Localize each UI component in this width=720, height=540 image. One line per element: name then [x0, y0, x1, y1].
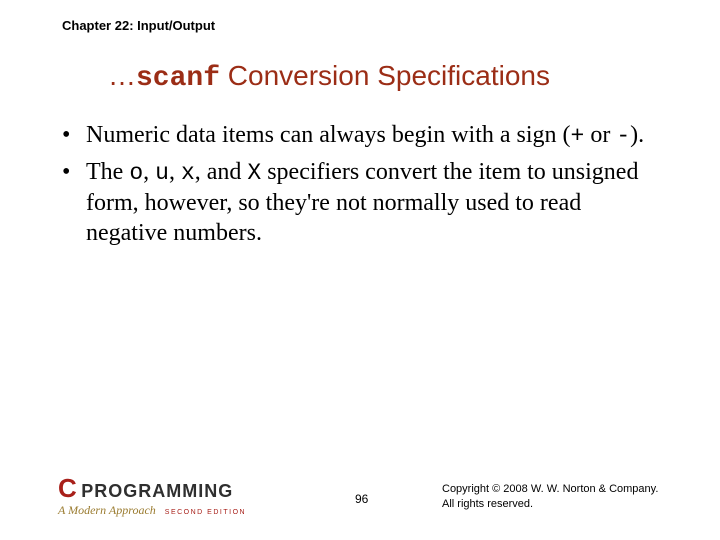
title-code: scanf: [136, 63, 220, 94]
copyright-line-1: Copyright © 2008 W. W. Norton & Company.: [442, 482, 658, 497]
logo-sub-text: A Modern Approach: [58, 503, 156, 517]
bullet-1-text: Numeric data items can always begin with…: [86, 122, 571, 148]
bullet-2: The o, u, x, and X specifiers convert th…: [62, 157, 660, 248]
bullet-1: Numeric data items can always begin with…: [62, 120, 660, 151]
bullet-2-mid3: , and: [195, 159, 248, 185]
bullet-1-mid: or: [584, 122, 616, 148]
logo-c-letter: C: [58, 475, 77, 501]
book-logo: C PROGRAMMING A Modern Approach SECOND E…: [58, 475, 288, 518]
code-minus: -: [616, 123, 630, 149]
logo-edition: SECOND EDITION: [165, 509, 246, 516]
copyright-line-2: All rights reserved.: [442, 497, 658, 512]
slide-title: …scanf Conversion Specifications: [108, 60, 550, 94]
footer: C PROGRAMMING A Modern Approach SECOND E…: [0, 472, 720, 518]
code-plus: +: [571, 123, 585, 149]
logo-top: C PROGRAMMING: [58, 475, 288, 501]
copyright: Copyright © 2008 W. W. Norton & Company.…: [442, 482, 658, 512]
title-prefix: …: [108, 60, 136, 91]
page-number: 96: [355, 492, 368, 506]
code-x: x: [181, 160, 195, 186]
logo-programming: PROGRAMMING: [81, 482, 233, 500]
title-rest: Conversion Specifications: [220, 60, 550, 91]
code-u: u: [155, 160, 169, 186]
bullet-2-pre: The: [86, 159, 129, 185]
bullet-2-mid1: ,: [143, 159, 155, 185]
bullet-2-mid2: ,: [169, 159, 181, 185]
body-content: Numeric data items can always begin with…: [62, 120, 660, 254]
chapter-label: Chapter 22: Input/Output: [62, 18, 215, 33]
code-X: X: [247, 160, 261, 186]
code-o: o: [129, 160, 143, 186]
slide: Chapter 22: Input/Output …scanf Conversi…: [0, 0, 720, 540]
bullet-1-post: ).: [630, 122, 644, 148]
logo-subtitle: A Modern Approach SECOND EDITION: [58, 503, 288, 518]
